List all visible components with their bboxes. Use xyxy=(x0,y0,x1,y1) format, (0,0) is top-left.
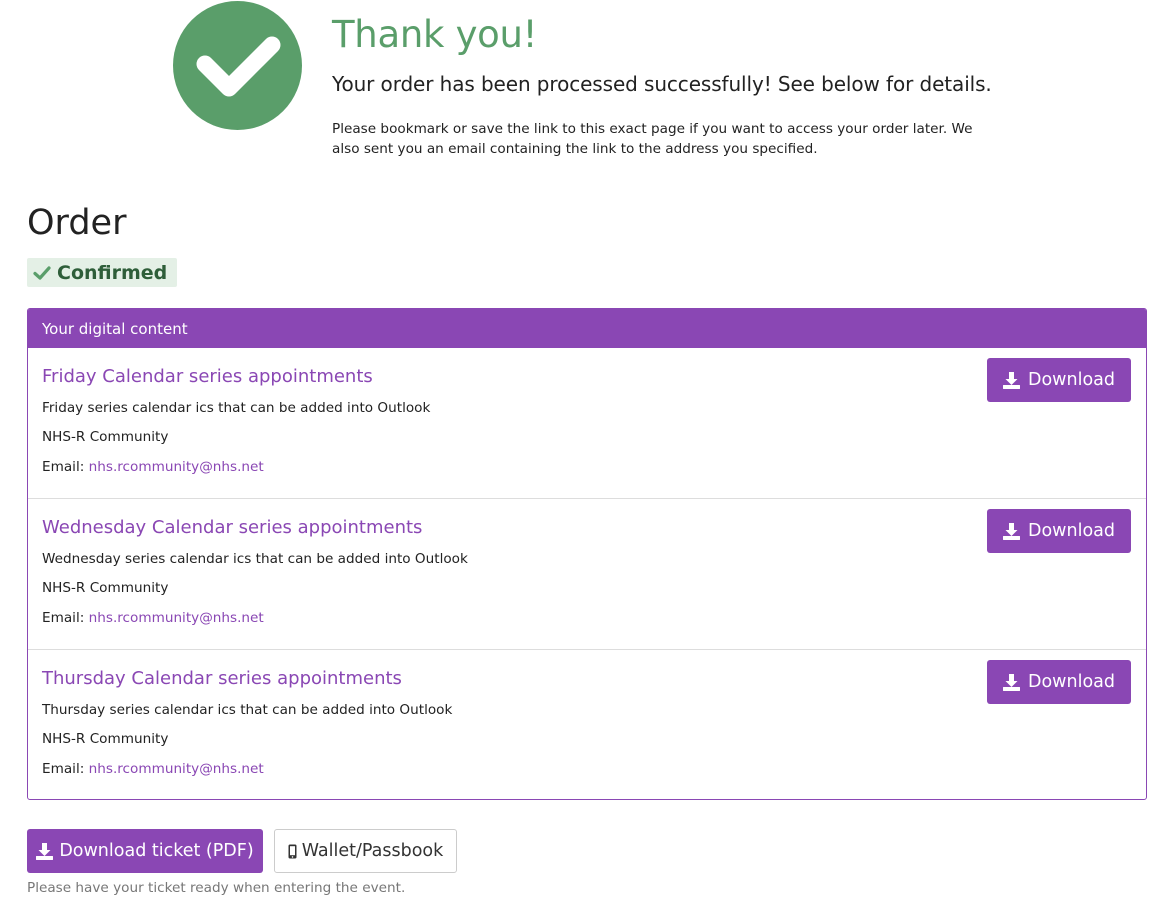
download-label: Download xyxy=(1028,672,1115,692)
download-ticket-button[interactable]: Download ticket (PDF) xyxy=(27,829,263,873)
item-title[interactable]: Thursday Calendar series appointments xyxy=(42,667,402,691)
download-ticket-label: Download ticket (PDF) xyxy=(59,841,254,861)
status-label: Confirmed xyxy=(57,261,168,284)
item-organizer: NHS-R Community xyxy=(42,429,169,445)
download-icon xyxy=(1003,673,1020,691)
check-circle-icon xyxy=(173,1,302,130)
email-label: Email: xyxy=(42,610,85,626)
status-badge: Confirmed xyxy=(27,258,177,287)
thank-you-title: Thank you! xyxy=(332,13,538,56)
item-email-row: Email: nhs.rcommunity@nhs.net xyxy=(42,457,264,477)
download-label: Download xyxy=(1028,370,1115,390)
wallet-passbook-button[interactable]: Wallet/Passbook xyxy=(274,829,457,873)
email-label: Email: xyxy=(42,459,85,475)
email-link[interactable]: nhs.rcommunity@nhs.net xyxy=(89,459,264,475)
list-item: Thursday Calendar series appointments Th… xyxy=(28,650,1146,799)
wallet-passbook-label: Wallet/Passbook xyxy=(301,841,444,861)
panel-header: Your digital content xyxy=(28,309,1146,348)
item-description: Friday series calendar ics that can be a… xyxy=(42,400,431,416)
download-icon xyxy=(1003,522,1020,540)
email-link[interactable]: nhs.rcommunity@nhs.net xyxy=(89,761,264,777)
digital-content-panel: Your digital content Friday Calendar ser… xyxy=(27,308,1147,800)
item-email-row: Email: nhs.rcommunity@nhs.net xyxy=(42,759,264,779)
download-label: Download xyxy=(1028,521,1115,541)
list-item: Friday Calendar series appointments Frid… xyxy=(28,348,1146,499)
item-email-row: Email: nhs.rcommunity@nhs.net xyxy=(42,608,264,628)
email-label: Email: xyxy=(42,761,85,777)
bookmark-note: Please bookmark or save the link to this… xyxy=(332,121,973,157)
item-title[interactable]: Friday Calendar series appointments xyxy=(42,365,373,389)
success-message: Your order has been processed successful… xyxy=(332,72,992,96)
download-button[interactable]: Download xyxy=(987,509,1131,553)
download-button[interactable]: Download xyxy=(987,660,1131,704)
ticket-hint: Please have your ticket ready when enter… xyxy=(27,880,406,896)
item-title[interactable]: Wednesday Calendar series appointments xyxy=(42,516,422,540)
item-organizer: NHS-R Community xyxy=(42,731,169,747)
download-icon xyxy=(1003,371,1020,389)
download-icon xyxy=(36,842,54,860)
item-description: Wednesday series calendar ics that can b… xyxy=(42,551,468,567)
download-button[interactable]: Download xyxy=(987,358,1131,402)
item-description: Thursday series calendar ics that can be… xyxy=(42,702,453,718)
order-title: Order xyxy=(27,203,127,243)
mobile-phone-icon xyxy=(288,844,297,858)
check-icon xyxy=(33,265,51,281)
email-link[interactable]: nhs.rcommunity@nhs.net xyxy=(89,610,264,626)
item-organizer: NHS-R Community xyxy=(42,580,169,596)
list-item: Wednesday Calendar series appointments W… xyxy=(28,499,1146,650)
